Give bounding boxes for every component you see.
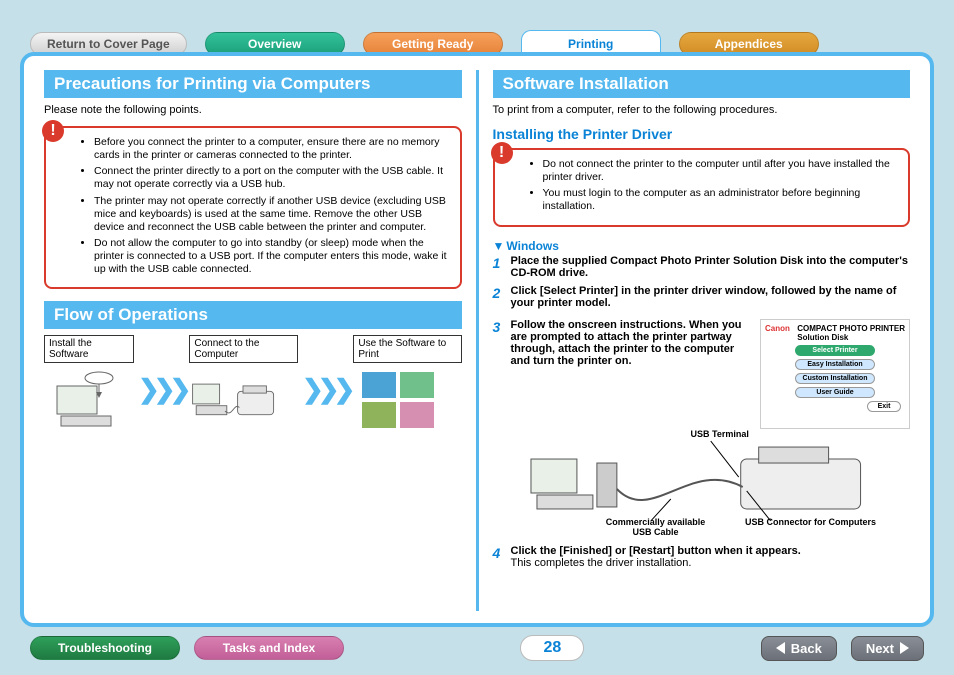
disk-brand: Canon: [765, 324, 790, 342]
next-label: Next: [866, 641, 894, 656]
step-4-note: This completes the driver installation.: [511, 557, 911, 569]
step-2: Click [Select Printer] in the printer dr…: [493, 285, 911, 313]
triangle-right-icon: [900, 642, 909, 654]
driver-warn-item: Do not connect the printer to the comput…: [543, 158, 897, 184]
precautions-intro: Please note the following points.: [44, 104, 462, 116]
disk-user-guide-button: User Guide: [795, 387, 875, 398]
step-4: Click the [Finished] or [Restart] button…: [493, 545, 911, 569]
flow-step-2-label: Connect to the Computer: [189, 335, 298, 363]
disk-easy-install-button: Easy Installation: [795, 359, 875, 370]
troubleshooting-button[interactable]: Troubleshooting: [30, 636, 180, 660]
disk-select-printer-button: Select Printer: [795, 345, 875, 356]
precaution-item: Do not allow the computer to go into sta…: [94, 237, 448, 276]
right-column: Software Installation To print from a co…: [493, 70, 911, 611]
disk-exit-button: Exit: [867, 401, 901, 412]
heading-precautions: Precautions for Printing via Computers: [44, 70, 462, 98]
label-usb-terminal: USB Terminal: [691, 429, 749, 439]
warning-icon: !: [42, 120, 64, 142]
solution-disk-window: Canon COMPACT PHOTO PRINTER Solution Dis…: [760, 319, 910, 429]
label-usb-cable: Commercially available USB Cable: [601, 517, 711, 537]
flow-step-3-image: [353, 363, 443, 443]
flow-step-1-image: [44, 363, 134, 443]
disk-title-b: PRINTER: [870, 324, 905, 333]
software-intro: To print from a computer, refer to the f…: [493, 104, 911, 116]
heading-flow: Flow of Operations: [44, 301, 462, 329]
heading-software: Software Installation: [493, 70, 911, 98]
precautions-warning-box: ! Before you connect the printer to a co…: [44, 126, 462, 289]
column-divider: [476, 70, 479, 611]
flow-step-3-label: Use the Software to Print: [353, 335, 461, 363]
label-usb-connector: USB Connector for Computers: [731, 517, 891, 527]
page-card: Precautions for Printing via Computers P…: [20, 52, 934, 627]
connection-diagram: USB Terminal Commercially available USB …: [511, 429, 911, 539]
disk-subtitle: Solution Disk: [797, 333, 848, 342]
disk-custom-install-button: Custom Installation: [795, 373, 875, 384]
precaution-item: The printer may not operate correctly if…: [94, 195, 448, 234]
chevron-icon: ❯❯❯: [138, 374, 185, 405]
disk-title-a: COMPACT PHOTO: [797, 324, 867, 333]
warning-icon: !: [491, 142, 513, 164]
step-1: Place the supplied Compact Photo Printer…: [493, 255, 911, 279]
flow-step-1-label: Install the Software: [44, 335, 134, 363]
subheading-installing-driver: Installing the Printer Driver: [493, 126, 911, 142]
page-number: 28: [520, 635, 584, 661]
next-button[interactable]: Next: [851, 636, 924, 661]
precaution-item: Before you connect the printer to a comp…: [94, 136, 448, 162]
bottom-bar: Troubleshooting Tasks and Index 28 Back …: [0, 635, 954, 661]
back-button[interactable]: Back: [761, 636, 837, 661]
precaution-item: Connect the printer directly to a port o…: [94, 165, 448, 191]
driver-warn-item: You must login to the computer as an adm…: [543, 187, 897, 213]
install-steps: Place the supplied Compact Photo Printer…: [493, 255, 911, 569]
step-2-text: Click [Select Printer] in the printer dr…: [511, 285, 897, 309]
step-4-text: Click the [Finished] or [Restart] button…: [511, 545, 801, 557]
os-heading-windows: Windows: [493, 239, 911, 253]
flow-step-2-image: [189, 363, 279, 443]
chevron-icon: ❯❯❯: [302, 374, 349, 405]
driver-warning-box: ! Do not connect the printer to the comp…: [493, 148, 911, 227]
left-column: Precautions for Printing via Computers P…: [44, 70, 462, 611]
tasks-index-button[interactable]: Tasks and Index: [194, 636, 344, 660]
step-3-text: Follow the onscreen instructions. When y…: [511, 319, 753, 367]
step-3: Follow the onscreen instructions. When y…: [493, 319, 911, 539]
triangle-left-icon: [776, 642, 785, 654]
back-label: Back: [791, 641, 822, 656]
flow-row: Install the Software ❯❯❯ Connect to the …: [44, 335, 462, 443]
